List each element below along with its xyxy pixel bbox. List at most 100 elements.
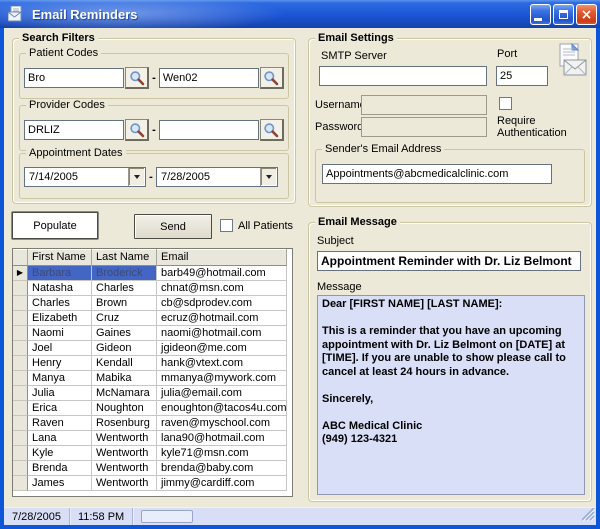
dropdown-arrow-button[interactable]: [128, 168, 145, 186]
grid-cell[interactable]: Kendall: [92, 356, 157, 371]
row-selector[interactable]: [13, 401, 28, 416]
grid-cell[interactable]: Barbara: [28, 266, 92, 281]
patient-code-to-lookup-button[interactable]: [260, 67, 284, 89]
grid-cell[interactable]: Gideon: [92, 341, 157, 356]
table-row[interactable]: ElizabethCruzecruz@hotmail.com: [13, 311, 292, 326]
close-button[interactable]: ×: [576, 4, 597, 25]
titlebar[interactable]: Email Reminders ×: [0, 0, 600, 28]
grid-cell[interactable]: Henry: [28, 356, 92, 371]
row-selector[interactable]: [13, 296, 28, 311]
sender-email-input[interactable]: [322, 164, 552, 184]
grid-cell[interactable]: Elizabeth: [28, 311, 92, 326]
grid-cell[interactable]: Natasha: [28, 281, 92, 296]
grid-cell[interactable]: Kyle: [28, 446, 92, 461]
row-selector[interactable]: [13, 371, 28, 386]
table-row[interactable]: LanaWentworthlana90@hotmail.com: [13, 431, 292, 446]
grid-cell[interactable]: Joel: [28, 341, 92, 356]
resize-grip[interactable]: [582, 508, 595, 524]
row-selector[interactable]: [13, 476, 28, 491]
grid-cell[interactable]: ecruz@hotmail.com: [157, 311, 287, 326]
table-row[interactable]: JoelGideonjgideon@me.com: [13, 341, 292, 356]
maximize-button[interactable]: [553, 4, 574, 25]
grid-cell[interactable]: raven@myschool.com: [157, 416, 287, 431]
table-row[interactable]: CharlesBrowncb@sdprodev.com: [13, 296, 292, 311]
provider-code-to-lookup-button[interactable]: [260, 119, 284, 141]
grid-cell[interactable]: chnat@msn.com: [157, 281, 287, 296]
grid-cell[interactable]: julia@email.com: [157, 386, 287, 401]
grid-cell[interactable]: Brown: [92, 296, 157, 311]
table-row[interactable]: NatashaCharleschnat@msn.com: [13, 281, 292, 296]
grid-cell[interactable]: cb@sdprodev.com: [157, 296, 287, 311]
row-selector[interactable]: [13, 326, 28, 341]
column-header-first-name[interactable]: First Name: [28, 249, 92, 266]
table-row[interactable]: KyleWentworthkyle71@msn.com: [13, 446, 292, 461]
minimize-button[interactable]: [530, 4, 551, 25]
grid-cell[interactable]: Erica: [28, 401, 92, 416]
appointment-date-from-dropdown[interactable]: 7/14/2005: [24, 167, 146, 187]
smtp-server-input[interactable]: [319, 66, 487, 86]
patients-grid[interactable]: First NameLast NameEmail▶BarbaraBroderic…: [12, 248, 293, 497]
send-button[interactable]: Send: [134, 214, 212, 239]
grid-cell[interactable]: jgideon@me.com: [157, 341, 287, 356]
dropdown-arrow-button[interactable]: [260, 168, 277, 186]
appointment-date-to-dropdown[interactable]: 7/28/2005: [156, 167, 278, 187]
patient-code-to-input[interactable]: [159, 68, 259, 88]
grid-cell[interactable]: mmanya@mywork.com: [157, 371, 287, 386]
grid-cell[interactable]: Cruz: [92, 311, 157, 326]
grid-cell[interactable]: Wentworth: [92, 446, 157, 461]
grid-cell[interactable]: Charles: [92, 281, 157, 296]
grid-cell[interactable]: lana90@hotmail.com: [157, 431, 287, 446]
username-input[interactable]: [361, 95, 487, 115]
column-header-email[interactable]: Email: [157, 249, 287, 266]
grid-cell[interactable]: Julia: [28, 386, 92, 401]
message-textarea[interactable]: Dear [FIRST NAME] [LAST NAME]: This is a…: [317, 295, 585, 495]
table-row[interactable]: JamesWentworthjimmy@cardiff.com: [13, 476, 292, 491]
grid-cell[interactable]: Rosenburg: [92, 416, 157, 431]
grid-cell[interactable]: jimmy@cardiff.com: [157, 476, 287, 491]
grid-cell[interactable]: James: [28, 476, 92, 491]
row-selector[interactable]: [13, 461, 28, 476]
table-row[interactable]: EricaNoughtonenoughton@tacos4u.com: [13, 401, 292, 416]
grid-cell[interactable]: Wentworth: [92, 461, 157, 476]
grid-cell[interactable]: Wentworth: [92, 476, 157, 491]
subject-input[interactable]: [317, 251, 581, 271]
row-selector[interactable]: [13, 341, 28, 356]
table-row[interactable]: JuliaMcNamarajulia@email.com: [13, 386, 292, 401]
grid-cell[interactable]: kyle71@msn.com: [157, 446, 287, 461]
table-row[interactable]: NaomiGainesnaomi@hotmail.com: [13, 326, 292, 341]
grid-cell[interactable]: Mabika: [92, 371, 157, 386]
row-selector[interactable]: ▶: [13, 266, 28, 281]
grid-cell[interactable]: Raven: [28, 416, 92, 431]
provider-code-from-lookup-button[interactable]: [125, 119, 149, 141]
port-input[interactable]: [496, 66, 548, 86]
row-selector[interactable]: [13, 281, 28, 296]
provider-code-from-input[interactable]: [24, 120, 124, 140]
grid-cell[interactable]: barb49@hotmail.com: [157, 266, 287, 281]
grid-cell[interactable]: Lana: [28, 431, 92, 446]
grid-cell[interactable]: brenda@baby.com: [157, 461, 287, 476]
patient-code-from-input[interactable]: [24, 68, 124, 88]
all-patients-checkbox[interactable]: [220, 219, 233, 232]
row-selector[interactable]: [13, 431, 28, 446]
grid-cell[interactable]: Charles: [28, 296, 92, 311]
row-selector[interactable]: [13, 386, 28, 401]
table-row[interactable]: ManyaMabikammanya@mywork.com: [13, 371, 292, 386]
column-header-last-name[interactable]: Last Name: [92, 249, 157, 266]
grid-cell[interactable]: hank@vtext.com: [157, 356, 287, 371]
grid-cell[interactable]: naomi@hotmail.com: [157, 326, 287, 341]
row-selector[interactable]: [13, 416, 28, 431]
grid-cell[interactable]: McNamara: [92, 386, 157, 401]
grid-cell[interactable]: Broderick: [92, 266, 157, 281]
table-row[interactable]: ▶BarbaraBroderickbarb49@hotmail.com: [13, 266, 292, 281]
row-selector[interactable]: [13, 446, 28, 461]
grid-cell[interactable]: Manya: [28, 371, 92, 386]
patient-code-from-lookup-button[interactable]: [125, 67, 149, 89]
row-selector[interactable]: [13, 311, 28, 326]
table-row[interactable]: RavenRosenburgraven@myschool.com: [13, 416, 292, 431]
password-input[interactable]: [361, 117, 487, 137]
grid-cell[interactable]: enoughton@tacos4u.com: [157, 401, 287, 416]
grid-cell[interactable]: Gaines: [92, 326, 157, 341]
table-row[interactable]: BrendaWentworthbrenda@baby.com: [13, 461, 292, 476]
provider-code-to-input[interactable]: [159, 120, 259, 140]
table-row[interactable]: HenryKendallhank@vtext.com: [13, 356, 292, 371]
